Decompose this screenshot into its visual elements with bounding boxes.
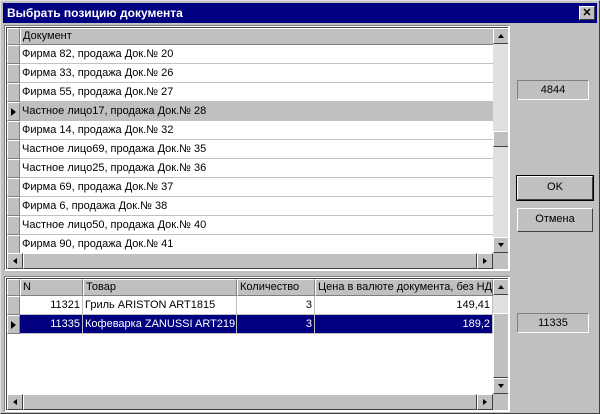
title-bar: Выбрать позицию документа ✕ bbox=[3, 3, 597, 23]
arrow-right-icon bbox=[483, 399, 487, 405]
row-indicator[interactable] bbox=[7, 235, 20, 254]
documents-scroll-up-button[interactable] bbox=[493, 28, 508, 44]
document-cell[interactable]: Фирма 33, продажа Док.№ 26 bbox=[20, 64, 494, 83]
items-scroll-up-button[interactable] bbox=[493, 279, 508, 295]
items-vscroll-thumb[interactable] bbox=[493, 313, 508, 378]
items-hscroll[interactable] bbox=[7, 394, 493, 410]
arrow-up-icon bbox=[498, 285, 504, 289]
row-indicator[interactable] bbox=[7, 45, 20, 64]
close-button[interactable]: ✕ bbox=[579, 6, 595, 20]
documents-vscroll[interactable] bbox=[493, 28, 508, 253]
window-title: Выбрать позицию документа bbox=[7, 6, 183, 20]
documents-scroll-right-button[interactable] bbox=[477, 253, 493, 269]
document-cell[interactable]: Частное лицо69, продажа Док.№ 35 bbox=[20, 140, 494, 159]
item-cell-qty[interactable]: 3 bbox=[237, 315, 315, 334]
cancel-button[interactable]: Отмена bbox=[517, 208, 593, 232]
items-scroll-corner bbox=[493, 394, 508, 410]
documents-scroll-left-button[interactable] bbox=[7, 253, 23, 269]
arrow-left-icon bbox=[13, 258, 17, 264]
dialog-window: Выбрать позицию документа ✕ Документ Фир… bbox=[0, 0, 600, 414]
items-scroll-right-button[interactable] bbox=[477, 394, 493, 410]
document-cell[interactable]: Фирма 69, продажа Док.№ 37 bbox=[20, 178, 494, 197]
arrow-down-icon bbox=[498, 243, 504, 247]
item-cell-price[interactable]: 149,41 bbox=[315, 296, 493, 315]
row-indicator[interactable] bbox=[7, 296, 20, 315]
item-cell-product[interactable]: Кофеварка ZANUSSI ART219 bbox=[83, 315, 237, 334]
item-number-field: 11335 bbox=[517, 313, 589, 333]
item-cell-n[interactable]: 11321 bbox=[20, 296, 83, 315]
items-header-n[interactable]: N bbox=[20, 279, 83, 296]
document-cell[interactable]: Частное лицо50, продажа Док.№ 40 bbox=[20, 216, 494, 235]
items-vscroll[interactable] bbox=[493, 279, 508, 394]
arrow-down-icon bbox=[498, 384, 504, 388]
arrow-left-icon bbox=[13, 399, 17, 405]
current-row-arrow-icon bbox=[11, 108, 16, 116]
documents-scroll-corner bbox=[493, 253, 508, 269]
arrow-up-icon bbox=[498, 34, 504, 38]
documents-header-document[interactable]: Документ bbox=[20, 28, 494, 45]
document-cell[interactable]: Фирма 6, продажа Док.№ 38 bbox=[20, 197, 494, 216]
row-indicator[interactable] bbox=[7, 315, 20, 334]
documents-hscroll[interactable] bbox=[7, 253, 493, 269]
items-header-qty[interactable]: Количество bbox=[237, 279, 315, 296]
row-indicator[interactable] bbox=[7, 64, 20, 83]
row-indicator[interactable] bbox=[7, 83, 20, 102]
documents-scroll-down-button[interactable] bbox=[493, 237, 508, 253]
items-grid[interactable]: N Товар Количество Цена в валюте докумен… bbox=[4, 276, 510, 412]
grid-splitter[interactable] bbox=[4, 271, 510, 275]
document-number-field: 4844 bbox=[517, 80, 589, 100]
item-cell-product[interactable]: Гриль ARISTON ART1815 bbox=[83, 296, 237, 315]
documents-hscroll-thumb[interactable] bbox=[23, 253, 477, 269]
current-row-arrow-icon bbox=[11, 321, 16, 329]
ok-button[interactable]: OK bbox=[516, 175, 594, 201]
items-header-product[interactable]: Товар bbox=[83, 279, 237, 296]
document-cell[interactable]: Частное лицо17, продажа Док.№ 28 bbox=[20, 102, 494, 121]
item-cell-price[interactable]: 189,2 bbox=[315, 315, 493, 334]
row-indicator[interactable] bbox=[7, 197, 20, 216]
items-header-price[interactable]: Цена в валюте документа, без НДС bbox=[315, 279, 493, 296]
documents-vscroll-thumb[interactable] bbox=[493, 131, 508, 147]
items-hscroll-thumb[interactable] bbox=[23, 394, 477, 410]
items-header-indicator bbox=[7, 279, 20, 296]
item-cell-qty[interactable]: 3 bbox=[237, 296, 315, 315]
documents-header-indicator bbox=[7, 28, 20, 45]
items-scroll-down-button[interactable] bbox=[493, 378, 508, 394]
row-indicator[interactable] bbox=[7, 102, 20, 121]
arrow-right-icon bbox=[483, 258, 487, 264]
row-indicator[interactable] bbox=[7, 121, 20, 140]
item-cell-n[interactable]: 11335 bbox=[20, 315, 83, 334]
document-cell[interactable]: Фирма 82, продажа Док.№ 20 bbox=[20, 45, 494, 64]
row-indicator[interactable] bbox=[7, 159, 20, 178]
close-icon: ✕ bbox=[582, 7, 592, 19]
documents-grid[interactable]: Документ Фирма 82, продажа Док.№ 20 Фирма… bbox=[4, 25, 510, 271]
document-cell[interactable]: Фирма 90, продажа Док.№ 41 bbox=[20, 235, 494, 254]
items-grid-inner: N Товар Количество Цена в валюте докумен… bbox=[6, 278, 508, 410]
row-indicator[interactable] bbox=[7, 140, 20, 159]
document-cell[interactable]: Частное лицо25, продажа Док.№ 36 bbox=[20, 159, 494, 178]
items-scroll-left-button[interactable] bbox=[7, 394, 23, 410]
document-cell[interactable]: Фирма 55, продажа Док.№ 27 bbox=[20, 83, 494, 102]
documents-grid-inner: Документ Фирма 82, продажа Док.№ 20 Фирма… bbox=[6, 27, 508, 269]
row-indicator[interactable] bbox=[7, 216, 20, 235]
row-indicator[interactable] bbox=[7, 178, 20, 197]
document-cell[interactable]: Фирма 14, продажа Док.№ 32 bbox=[20, 121, 494, 140]
